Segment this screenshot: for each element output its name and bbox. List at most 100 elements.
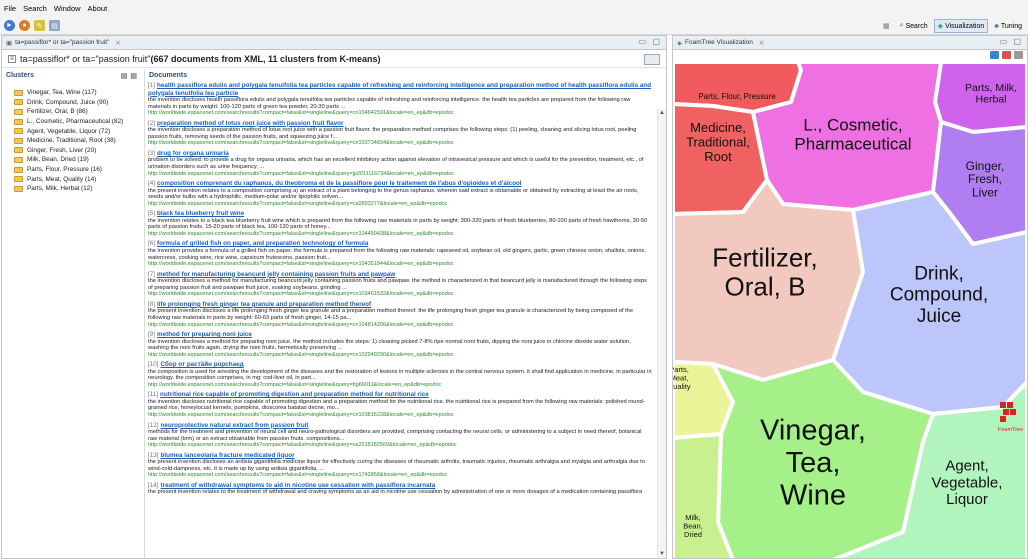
run-icon[interactable]: ► xyxy=(4,20,15,31)
document-title-row: [11] nutritional rice capable of promotin… xyxy=(148,391,652,399)
document-title-link[interactable]: method for preparing noni juice xyxy=(157,331,252,338)
tool-icon[interactable]: ✎ xyxy=(34,20,45,31)
document-title-link[interactable]: preparation method of lotus root juice w… xyxy=(157,120,343,127)
cluster-item[interactable]: Parts, Flour, Pressure (16) xyxy=(2,165,144,175)
document-url[interactable]: http://worldwide.espacenet.com/searchres… xyxy=(148,291,652,298)
document-url[interactable]: http://worldwide.espacenet.com/searchres… xyxy=(148,171,652,178)
visualization-tab[interactable]: ◈ FoamTree Visualization ✕ xyxy=(673,36,1027,50)
cluster-item[interactable]: Vinegar, Tea, Wine (117) xyxy=(2,88,144,98)
cluster-item[interactable]: Medicine, Traditional, Root (38) xyxy=(2,136,144,146)
document-title-row: [9] method for preparing noni juice xyxy=(148,331,652,339)
document-snippet: the present invention discloses an ardis… xyxy=(148,459,645,472)
document-title-link[interactable]: treatment of withdrawal symptoms to aid … xyxy=(161,482,436,489)
document-snippet: the invention discloses nutritional rice… xyxy=(148,398,645,412)
visualization-perspective-button[interactable]: ◈ Visualization xyxy=(933,19,989,33)
document-url[interactable]: http://worldwide.espacenet.com/searchres… xyxy=(148,322,652,329)
play-icon[interactable] xyxy=(990,51,999,59)
cluster-item[interactable]: Milk, Bean, Dried (19) xyxy=(2,155,144,165)
foamtree-chart[interactable]: Parts, Flour, Pressure Parts, Milk, Herbal… xyxy=(673,62,1027,559)
cluster-item[interactable]: Ginger, Fresh, Liver (20) xyxy=(2,146,144,156)
cluster-item[interactable]: Drink, Compound, Juice (90) xyxy=(2,98,144,108)
folder-icon xyxy=(14,185,23,192)
document-number: [11] xyxy=(148,391,159,399)
document-title-link[interactable]: Сбор от растäйн рорсhаед xyxy=(161,361,244,368)
minimize-maximize-icon[interactable]: ▭ ▢ xyxy=(1000,37,1023,46)
document-number: [6] xyxy=(148,240,156,248)
document-url[interactable]: http://worldwide.espacenet.com/searchres… xyxy=(148,261,652,268)
document-url[interactable]: http://worldwide.espacenet.com/searchres… xyxy=(148,231,652,238)
collapse-expand-icon[interactable]: ▤▤ xyxy=(121,72,140,80)
search-icon: ⌕ xyxy=(899,22,904,29)
menu-file[interactable]: File xyxy=(4,4,16,13)
foamtree-cell-label-line: Medicine, xyxy=(690,120,746,135)
editor-tab-title: ta=passiflor* or ta="passion fruit" xyxy=(15,39,110,46)
dropdown-icon[interactable] xyxy=(1014,51,1023,59)
query-summary: (667 documents from XML, 11 clusters fro… xyxy=(150,53,381,64)
cluster-item[interactable]: Fertilizer, Oral, B (86) xyxy=(2,107,144,117)
document-item: [3] drug for organa urinaria problem to be… xyxy=(148,150,652,177)
cluster-label: Milk, Bean, Dried (19) xyxy=(27,156,89,164)
clusters-header: Clusters ▤▤ xyxy=(2,69,144,82)
document-url[interactable]: http://worldwide.espacenet.com/searchres… xyxy=(148,140,652,147)
document-title-row: [14] treatment of withdrawal symptoms to … xyxy=(148,482,652,490)
scroll-up-icon[interactable]: ▲ xyxy=(659,110,665,116)
document-title-row: [2] preparation method of lotus root juic… xyxy=(148,120,652,128)
document-url[interactable]: http://worldwide.espacenet.com/searchres… xyxy=(148,382,652,389)
document-snippet: the invention discloses a method for pre… xyxy=(148,338,631,352)
tuning-perspective-button[interactable]: ♣ Tuning xyxy=(990,19,1026,33)
foamtree-cell-label-line: L., Cosmetic, xyxy=(803,115,902,134)
cluster-item[interactable]: Parts, Milk, Herbal (12) xyxy=(2,184,144,194)
document-url[interactable]: http://worldwide.espacenet.com/searchres… xyxy=(148,201,652,208)
menu-about[interactable]: About xyxy=(88,4,108,13)
minimize-maximize-icon[interactable]: ▭ ▢ xyxy=(639,37,662,46)
visualization-tab-title: FoamTree Visualization xyxy=(685,39,753,46)
settings-icon[interactable]: ● xyxy=(19,20,30,31)
menu-search[interactable]: Search xyxy=(23,4,47,13)
document-url[interactable]: http://worldwide.espacenet.com/searchres… xyxy=(148,412,652,419)
document-title-row: [7] method for manufacturing beancurd jel… xyxy=(148,271,652,279)
cluster-item[interactable]: L., Cosmetic, Pharmaceutical (82) xyxy=(2,117,144,127)
folder-icon xyxy=(14,128,23,135)
search-perspective-label: Search xyxy=(905,22,928,30)
document-item: [10] Сбор от растäйн рорсhаед the composit… xyxy=(148,361,652,388)
open-perspective-button[interactable]: ▦ xyxy=(879,19,894,33)
document-number: [10] xyxy=(148,361,159,369)
document-number: [3] xyxy=(148,149,156,157)
view-icon[interactable]: ▤ xyxy=(49,20,60,31)
document-title-link[interactable]: health passiflora edulis and polygala te… xyxy=(148,82,651,97)
document-title-link[interactable]: neuroprotective natural extract from pas… xyxy=(161,422,309,429)
cluster-label: Parts, Flour, Pressure (16) xyxy=(27,166,102,174)
document-item: [8] life prolonging fresh ginger tea gran… xyxy=(148,301,652,328)
document-title-link[interactable]: formula of grilled fish on paper, and pr… xyxy=(157,240,368,247)
document-title-link[interactable]: composition comprenant du raphanus, du t… xyxy=(157,180,522,187)
document-url[interactable]: http://worldwide.espacenet.com/searchres… xyxy=(148,352,652,359)
cluster-label: Medicine, Traditional, Root (38) xyxy=(27,137,116,145)
export-icon[interactable] xyxy=(1002,51,1011,59)
query-icon: ≡ xyxy=(8,54,16,63)
cluster-item[interactable]: Parts, Meat, Quality (14) xyxy=(2,174,144,184)
cluster-item[interactable]: Agent, Vegetable, Liquor (72) xyxy=(2,126,144,136)
document-title-link[interactable]: black tea blueberry fruit wine xyxy=(157,210,244,217)
menu-window[interactable]: Window xyxy=(54,4,81,13)
foamtree-cell-label-line: Pharmaceutical xyxy=(794,134,911,153)
search-perspective-button[interactable]: ⌕ Search xyxy=(896,19,932,33)
close-icon[interactable]: ✕ xyxy=(759,39,764,47)
foamtree-cell-label-line: Agent, xyxy=(945,457,988,474)
editor-tab[interactable]: ▣ ta=passiflor* or ta="passion fruit" ✕ xyxy=(2,36,666,50)
document-url[interactable]: http://worldwide.espacenet.com/searchres… xyxy=(148,442,652,449)
view-menu-button[interactable] xyxy=(644,54,660,65)
document-list: [1] health passiflora edulis and polygala… xyxy=(145,82,666,496)
document-snippet: the invention discloses a method for man… xyxy=(148,278,647,291)
document-url[interactable]: http://worldwide.espacenet.com/searchres… xyxy=(148,110,652,117)
menu-bar: File Search Window About xyxy=(0,0,1028,17)
documents-scrollbar[interactable]: ▲ ▼ xyxy=(657,109,666,558)
document-title-link[interactable]: life prolonging fresh ginger tea granule… xyxy=(157,301,371,308)
close-icon[interactable]: ✕ xyxy=(115,39,120,47)
document-title-link[interactable]: method for manufacturing beancurd jelly … xyxy=(157,271,395,278)
document-title-link[interactable]: drug for organa urinaria xyxy=(157,150,229,157)
scroll-down-icon[interactable]: ▼ xyxy=(659,551,665,557)
document-title-link[interactable]: blumea lanceolaria fracture medicated li… xyxy=(161,452,295,459)
document-url[interactable]: http://worldwide.espacenet.com/searchres… xyxy=(148,472,652,479)
document-title-row: [5] black tea blueberry fruit wine xyxy=(148,210,652,218)
document-title-link[interactable]: nutritional rice capable of promoting di… xyxy=(160,391,429,398)
